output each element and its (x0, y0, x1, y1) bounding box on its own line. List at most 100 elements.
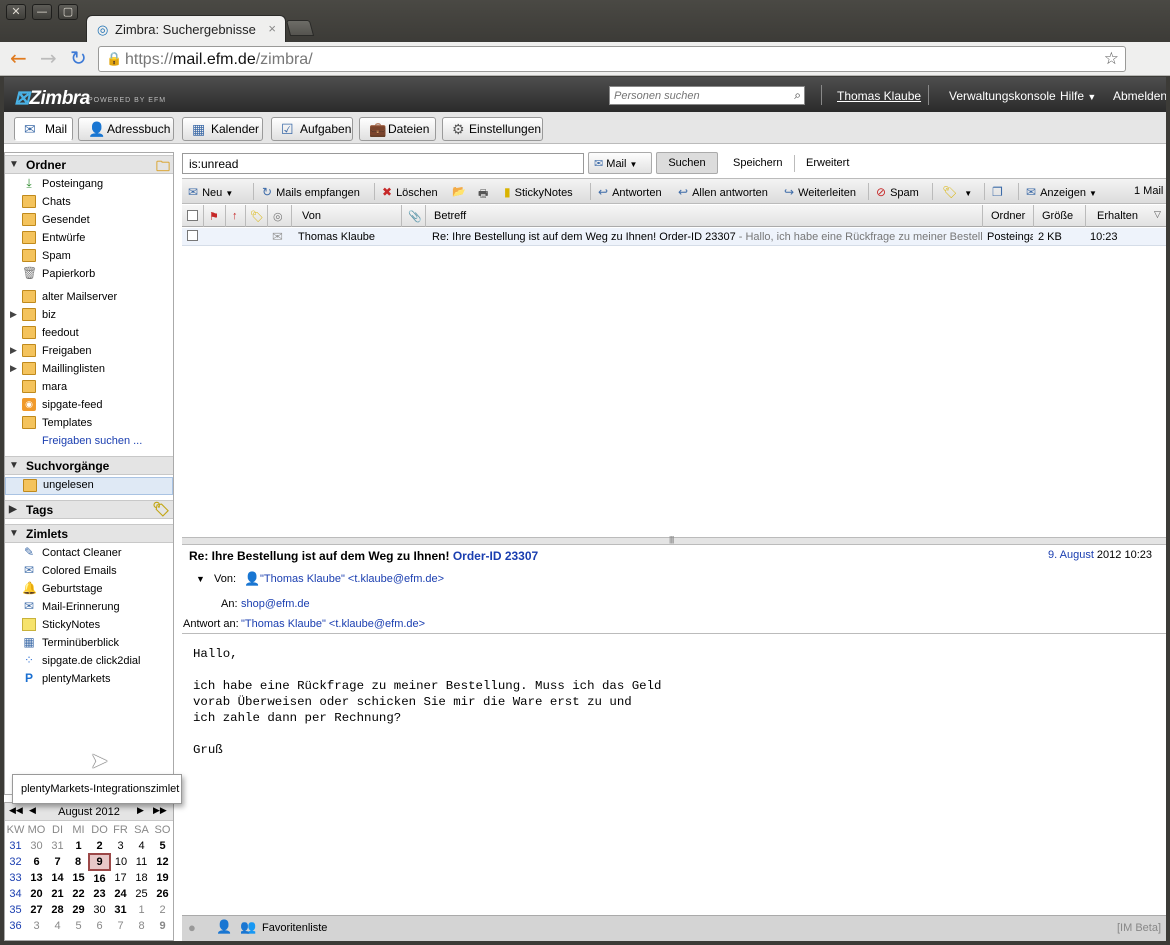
print-icon[interactable]: 🖶 (478, 185, 488, 204)
calendar-day[interactable]: 1 (68, 838, 89, 854)
calendar-day[interactable]: 1 (131, 902, 152, 918)
people-search-input[interactable] (610, 87, 784, 104)
search-scope-dropdown[interactable]: ✉ Mail ▼ (588, 152, 652, 174)
find-shares-link[interactable]: Freigaben suchen ... (5, 433, 173, 451)
week-number[interactable]: 31 (5, 838, 26, 854)
calendar-day[interactable]: 31 (47, 838, 68, 854)
calendar-day[interactable]: 5 (68, 918, 89, 934)
folder-sent[interactable]: Gesendet (5, 212, 173, 230)
calendar-day[interactable]: 24 (110, 886, 131, 902)
calendar-day[interactable]: 16 (89, 870, 110, 886)
calendar-day[interactable]: 20 (26, 886, 47, 902)
week-number[interactable]: 34 (5, 886, 26, 902)
folder-freigaben[interactable]: ▶ Freigaben (5, 343, 173, 361)
reload-icon[interactable]: ↻ (70, 48, 87, 68)
next-month-icon[interactable]: ▶ (137, 805, 144, 816)
calendar-day[interactable]: 8 (131, 918, 152, 934)
column-received[interactable]: Erhalten (1086, 205, 1148, 227)
calendar-day[interactable]: 17 (110, 870, 131, 886)
message-checkbox[interactable] (187, 230, 198, 244)
tab-briefcase[interactable]: 💼 Dateien (359, 117, 436, 141)
tab-preferences[interactable]: ⚙ Einstellungen (442, 117, 543, 141)
expand-icon[interactable]: ▶ (10, 363, 17, 374)
sort-down-icon[interactable]: ▽ (1154, 209, 1161, 220)
tags-header[interactable]: ▶ Tags 🏷 (5, 500, 173, 519)
browser-tab[interactable]: ◎ Zimbra: Suchergebnisse × (86, 15, 286, 43)
tab-close-icon[interactable]: × (268, 21, 276, 36)
calendar-day[interactable]: 4 (47, 918, 68, 934)
calendar-day[interactable]: 31 (110, 902, 131, 918)
calendar-day[interactable]: 15 (68, 870, 89, 886)
reading-pane-splitter[interactable]: |||| (182, 535, 1166, 545)
add-buddy-icon[interactable]: 👤 (216, 919, 232, 935)
week-number[interactable]: 33 (5, 870, 26, 886)
select-all-checkbox[interactable] (187, 210, 198, 221)
address-bar[interactable]: 🔒 https://mail.efm.de/zimbra/ ☆ (98, 46, 1126, 72)
buddy-list-label[interactable]: Favoritenliste (262, 922, 327, 934)
folder-maillinglisten[interactable]: ▶ Maillinglisten (5, 361, 173, 379)
search-icon[interactable]: ⌕ (794, 88, 801, 103)
back-arrow-icon[interactable]: ← (10, 48, 27, 68)
status-column[interactable]: ◎ (268, 205, 292, 227)
logout-link[interactable]: Abmelden (1113, 89, 1166, 103)
calendar-day[interactable]: 26 (152, 886, 173, 902)
zimlet-contact-cleaner[interactable]: ✎ Contact Cleaner (5, 545, 173, 563)
zimlet-plentymarkets[interactable]: PplentyMarkets (5, 671, 173, 689)
to-address[interactable]: shop@efm.de (241, 598, 310, 610)
calendar-day[interactable]: 4 (131, 838, 152, 854)
folder-sipgate-feed[interactable]: ◉ sipgate-feed (5, 397, 173, 415)
calendar-day[interactable]: 14 (47, 870, 68, 886)
calendar-day[interactable]: 18 (131, 870, 152, 886)
folder-spam[interactable]: Spam (5, 248, 173, 266)
folders-header[interactable]: ▼ Ordner 🗀 (5, 155, 173, 174)
saved-search-ungelesen[interactable]: ungelesen (5, 477, 173, 495)
get-mail-button[interactable]: ↻ Mails empfangen (262, 185, 360, 199)
reply-to-address[interactable]: "Thomas Klaube" <t.klaube@efm.de> (241, 618, 425, 630)
calendar-day[interactable]: 3 (110, 838, 131, 854)
calendar-day[interactable]: 10 (110, 854, 131, 870)
folder-templates[interactable]: Templates (5, 415, 173, 433)
calendar-day[interactable]: 12 (152, 854, 173, 870)
expand-icon[interactable]: ▶ (10, 309, 17, 320)
calendar-day[interactable]: 11 (131, 854, 152, 870)
calendar-day[interactable]: 9 (152, 918, 173, 934)
column-folder[interactable]: Ordner (983, 205, 1034, 227)
collapse-header-icon[interactable]: ▼ (196, 574, 205, 584)
calendar-day[interactable]: 7 (47, 854, 68, 870)
advanced-search-button[interactable]: Erweitert (806, 157, 849, 169)
help-menu[interactable]: Hilfe ▼ (1060, 89, 1096, 103)
reply-button[interactable]: ↩ Antworten (598, 185, 662, 199)
tag-menu-button[interactable]: 🏷 ▼ (942, 185, 972, 199)
forward-arrow-icon[interactable]: → (40, 48, 57, 68)
week-number[interactable]: 32 (5, 854, 26, 870)
calendar-day[interactable]: 22 (68, 886, 89, 902)
calendar-day[interactable]: 29 (68, 902, 89, 918)
week-number[interactable]: 35 (5, 902, 26, 918)
from-address[interactable]: "Thomas Klaube" <t.klaube@efm.de> (260, 573, 444, 585)
priority-column[interactable]: ↑ (226, 205, 246, 227)
delete-button[interactable]: ✖ Löschen (382, 185, 438, 199)
next-year-icon[interactable]: ▶▶ (153, 805, 167, 816)
select-all-column[interactable] (182, 205, 204, 227)
calendar-day[interactable]: 6 (26, 854, 47, 870)
folder-drafts[interactable]: Entwürfe (5, 230, 173, 248)
move-icon[interactable]: 📂 (452, 185, 466, 198)
column-from[interactable]: Von (292, 205, 402, 227)
calendar-day[interactable]: 19 (152, 870, 173, 886)
reply-all-button[interactable]: ↩ Allen antworten (678, 185, 768, 199)
search-button[interactable]: Suchen (656, 152, 718, 174)
tab-calendar[interactable]: ▦ Kalender (182, 117, 263, 141)
detach-icon[interactable]: ❐ (992, 185, 1007, 199)
minimize-window-button[interactable]: — (32, 4, 52, 20)
zimlet-stickynotes[interactable]: StickyNotes (5, 617, 173, 635)
folder-chats[interactable]: Chats (5, 194, 173, 212)
presence-status-icon[interactable]: ● (188, 920, 196, 935)
search-query-input[interactable] (182, 153, 584, 174)
calendar-day[interactable]: 7 (110, 918, 131, 934)
calendar-day[interactable]: 3 (26, 918, 47, 934)
tab-mail[interactable]: ✉ Mail (14, 117, 73, 141)
stickynotes-button[interactable]: ▮ StickyNotes (504, 185, 573, 199)
folder-feedout[interactable]: feedout (5, 325, 173, 343)
zimlet-mail-erinnerung[interactable]: ✉ Mail-Erinnerung (5, 599, 173, 617)
close-window-button[interactable]: ✕ (6, 4, 26, 20)
